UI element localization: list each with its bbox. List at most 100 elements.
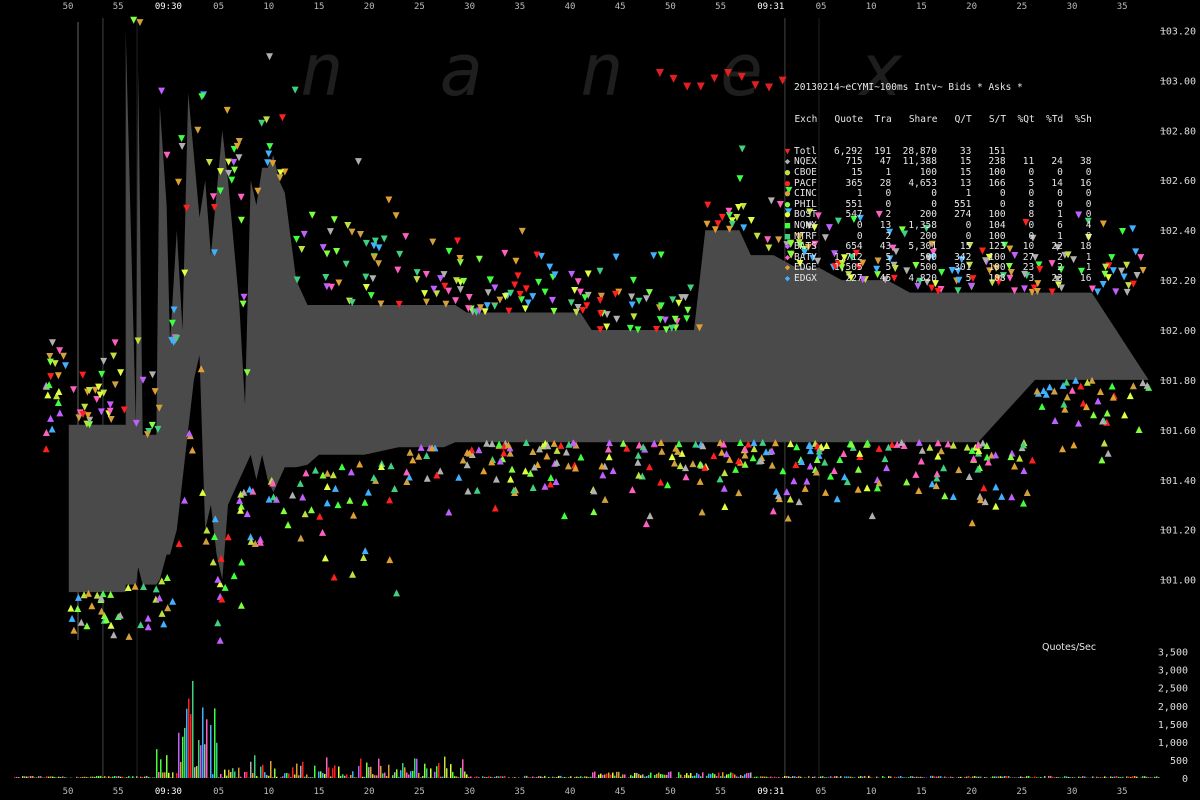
bid-marker	[992, 483, 1000, 491]
rate-bar	[158, 771, 160, 778]
rate-bar	[306, 774, 308, 778]
ask-marker	[292, 235, 300, 243]
bid-marker	[1126, 392, 1134, 400]
time-tick-label: 09:30	[155, 2, 182, 12]
rate-bar	[342, 774, 344, 778]
rate-bar	[1132, 776, 1134, 778]
bid-marker	[455, 473, 463, 481]
bid-marker	[682, 473, 690, 481]
bid-marker	[1094, 397, 1102, 405]
ask-marker	[571, 287, 579, 295]
ask-marker	[612, 253, 620, 261]
time-tick-label: 05	[213, 787, 224, 797]
ask-marker	[518, 296, 526, 304]
ask-marker	[655, 69, 664, 78]
bid-marker	[321, 554, 329, 562]
bid-marker	[795, 498, 803, 506]
rate-bar	[394, 772, 396, 778]
rate-bar	[330, 776, 332, 778]
rate-bar	[1082, 776, 1084, 778]
rate-bar	[200, 745, 202, 778]
rate-tick-label: 1,500	[1158, 720, 1188, 731]
rate-bar	[162, 772, 164, 778]
ask-marker	[581, 294, 589, 302]
rate-bar	[576, 776, 578, 778]
rate-bar	[850, 776, 852, 778]
rate-bar	[376, 775, 378, 778]
rate-bar	[234, 771, 236, 778]
bid-marker	[214, 619, 222, 627]
rate-bar	[730, 772, 732, 778]
rate-bar	[608, 772, 610, 778]
rate-bar	[676, 777, 678, 778]
ask-marker	[1129, 225, 1137, 233]
ask-marker	[521, 305, 529, 313]
price-tick-label: 101.00	[1160, 576, 1196, 587]
rate-bar	[558, 775, 560, 778]
rate-bar	[794, 776, 796, 778]
rate-bar	[976, 776, 978, 778]
rate-bar	[440, 776, 442, 778]
rate-bar	[808, 776, 810, 778]
rate-bar	[748, 772, 750, 778]
rate-bar	[684, 774, 686, 778]
ask-marker	[657, 251, 665, 259]
legend-header-text: Exch Quote Tra Share Q/T S/T %Qt %Td %Sh	[783, 113, 1092, 125]
rate-bar	[602, 774, 604, 778]
rate-bar	[732, 773, 734, 778]
bid-marker	[409, 456, 417, 464]
ask-marker	[764, 236, 772, 244]
ask-marker	[541, 288, 549, 296]
rate-bar	[212, 774, 214, 778]
bid-marker	[681, 464, 689, 472]
bid-marker	[423, 474, 431, 482]
bid-marker	[386, 556, 394, 564]
time-tick-label: 15	[916, 787, 927, 797]
rate-bar	[26, 776, 28, 778]
rate-bar	[1150, 777, 1152, 778]
rate-bar	[240, 776, 242, 778]
bid-marker	[599, 471, 607, 479]
rate-bar	[170, 777, 172, 778]
ask-marker	[629, 276, 637, 284]
rate-bar	[762, 776, 764, 778]
rate-bar	[986, 777, 988, 778]
rate-tick-label: 0	[1182, 774, 1188, 785]
rate-bar	[1068, 776, 1070, 778]
bid-marker	[1135, 426, 1143, 434]
rate-bar	[94, 776, 96, 778]
rate-bar	[640, 775, 642, 778]
bid-marker	[77, 618, 85, 626]
rate-bar	[788, 776, 790, 778]
rate-bar	[454, 776, 456, 778]
rate-bar	[450, 764, 452, 778]
rate-bar	[718, 772, 720, 778]
ask-marker	[514, 272, 522, 280]
bid-marker	[805, 441, 813, 449]
bid-marker	[784, 514, 792, 522]
bid-marker	[169, 597, 177, 605]
bid-marker	[323, 482, 331, 490]
rate-bar	[580, 776, 582, 778]
rate-bar	[464, 771, 466, 778]
rate-bar	[168, 772, 170, 778]
rate-bar	[1136, 776, 1138, 778]
bid-marker	[1028, 456, 1036, 464]
ask-marker	[326, 228, 334, 236]
rate-bar	[80, 777, 82, 778]
rate-bar	[620, 776, 622, 778]
ask-marker	[75, 414, 83, 422]
bid-marker	[347, 468, 355, 476]
bid-marker	[1038, 402, 1046, 410]
watermark-letter: a	[440, 28, 483, 112]
rate-bar	[734, 774, 736, 778]
rate-bar	[292, 767, 294, 778]
time-tick-label: 35	[1117, 787, 1128, 797]
rate-bar	[266, 774, 268, 778]
time-tick-label: 20	[966, 787, 977, 797]
ask-marker	[335, 279, 343, 287]
rate-bar	[610, 774, 612, 778]
bid-marker	[423, 451, 431, 459]
rate-bar	[280, 777, 282, 778]
rate-bar	[922, 777, 924, 778]
